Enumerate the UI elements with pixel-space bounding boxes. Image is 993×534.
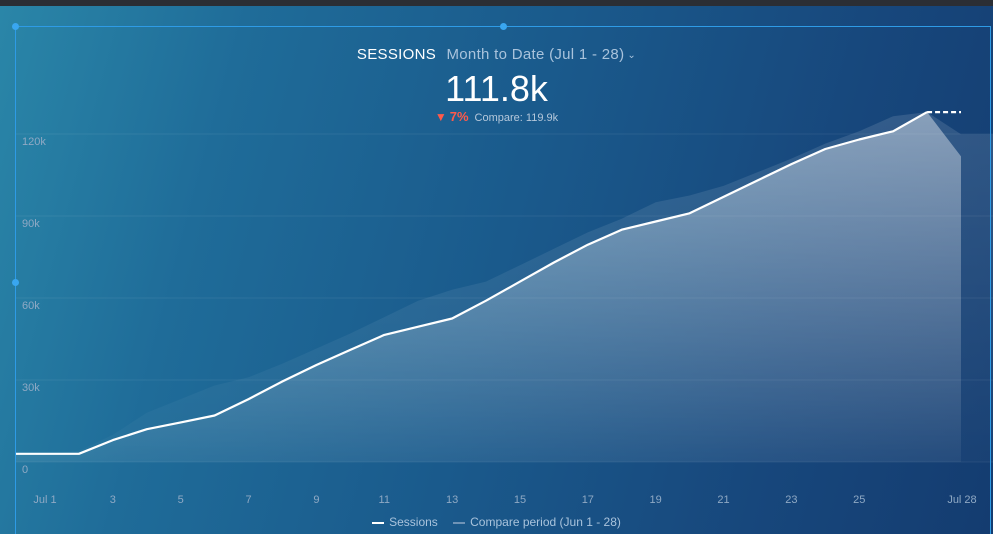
x-tick-label: 3 (110, 494, 116, 506)
x-tick-label: 17 (582, 494, 594, 506)
chart-legend: Sessions Compare period (Jun 1 - 28) (0, 515, 993, 529)
period-label: Month to Date (Jul 1 - 28) (446, 46, 625, 63)
y-tick-label: 60k (22, 300, 40, 312)
y-tick-label: 0 (22, 464, 28, 476)
sessions-widget[interactable]: 0 30k 60k 90k 120k Jul 1 3 5 7 9 11 13 15 17 19 21 23 25 J… (0, 6, 993, 534)
metric-value: 111.8k (445, 68, 548, 109)
metric-name: SESSIONS (356, 46, 437, 63)
down-arrow-icon: ▼ (434, 110, 447, 124)
y-tick-label: 30k (22, 382, 40, 394)
x-tick-label: Jul 1 (33, 494, 56, 506)
legend-item-compare: Compare period (Jun 1 - 28) (453, 515, 621, 529)
x-tick-label: 9 (313, 494, 319, 506)
legend-item-sessions: Sessions (372, 515, 438, 529)
y-tick-label: 120k (22, 136, 46, 148)
x-tick-label: 13 (446, 494, 458, 506)
compare-row: ▼ 7% Compare: 119.9k (0, 109, 993, 124)
resize-handle-top-center[interactable] (500, 23, 507, 30)
change-percent: 7% (449, 109, 469, 124)
legend-swatch-compare (453, 521, 466, 524)
resize-handle-top-left[interactable] (12, 23, 19, 30)
legend-label-compare: Compare period (Jun 1 - 28) (470, 515, 621, 529)
x-tick-label: Jul 28 (947, 494, 976, 506)
period-dropdown[interactable]: Month to Date (Jul 1 - 28) ⌄ (446, 46, 636, 63)
x-tick-label: 25 (853, 494, 865, 506)
x-tick-label: 11 (379, 494, 390, 506)
x-tick-label: 19 (650, 494, 662, 506)
x-tick-label: 7 (245, 494, 251, 506)
chevron-down-icon: ⌄ (627, 50, 637, 61)
widget-header: SESSIONS Month to Date (Jul 1 - 28) ⌄ 111… (0, 46, 993, 124)
title-row: SESSIONS Month to Date (Jul 1 - 28) ⌄ (0, 46, 993, 63)
x-tick-label: 21 (717, 494, 729, 506)
x-tick-label: 23 (785, 494, 797, 506)
legend-swatch-sessions (372, 521, 385, 524)
resize-handle-middle-left[interactable] (12, 279, 19, 286)
x-tick-label: 5 (178, 494, 184, 506)
x-tick-label: 15 (514, 494, 526, 506)
compare-value: Compare: 119.9k (474, 112, 559, 124)
y-tick-label: 90k (22, 218, 40, 230)
legend-label-sessions: Sessions (389, 515, 438, 529)
